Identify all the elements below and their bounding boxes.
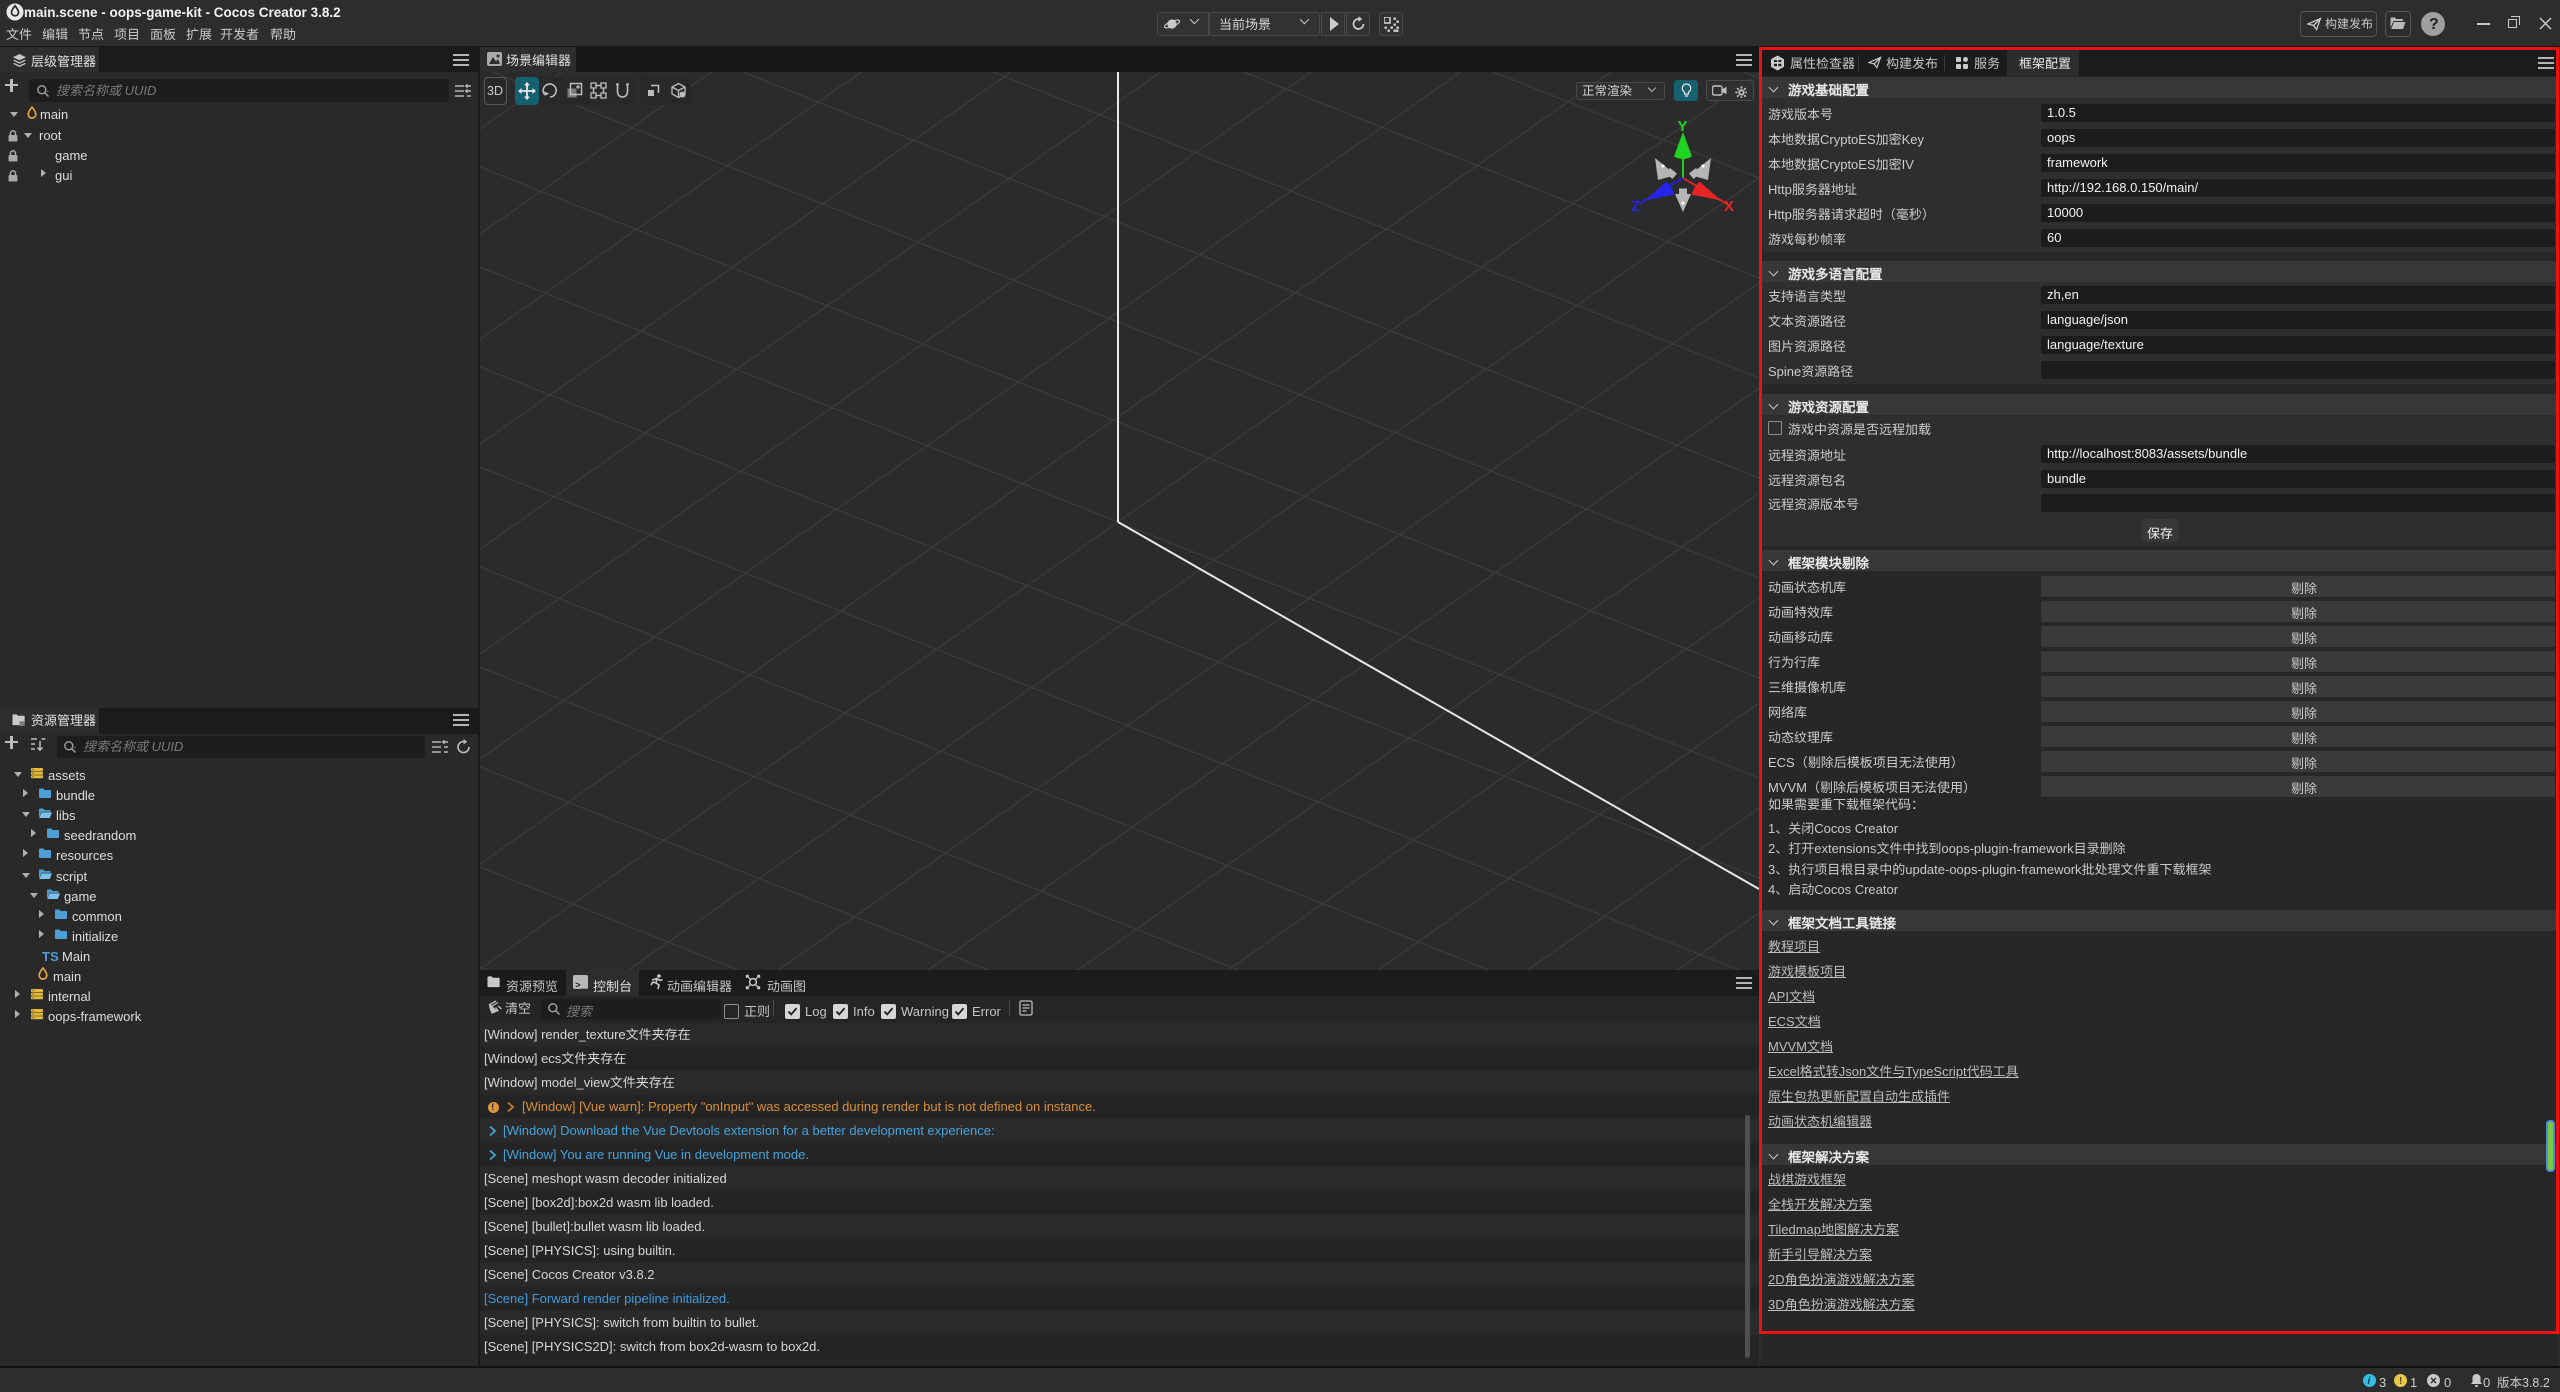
svg-text:Z: Z bbox=[1631, 198, 1640, 215]
svg-text:X: X bbox=[1724, 198, 1734, 215]
svg-text:Y: Y bbox=[1678, 118, 1688, 135]
